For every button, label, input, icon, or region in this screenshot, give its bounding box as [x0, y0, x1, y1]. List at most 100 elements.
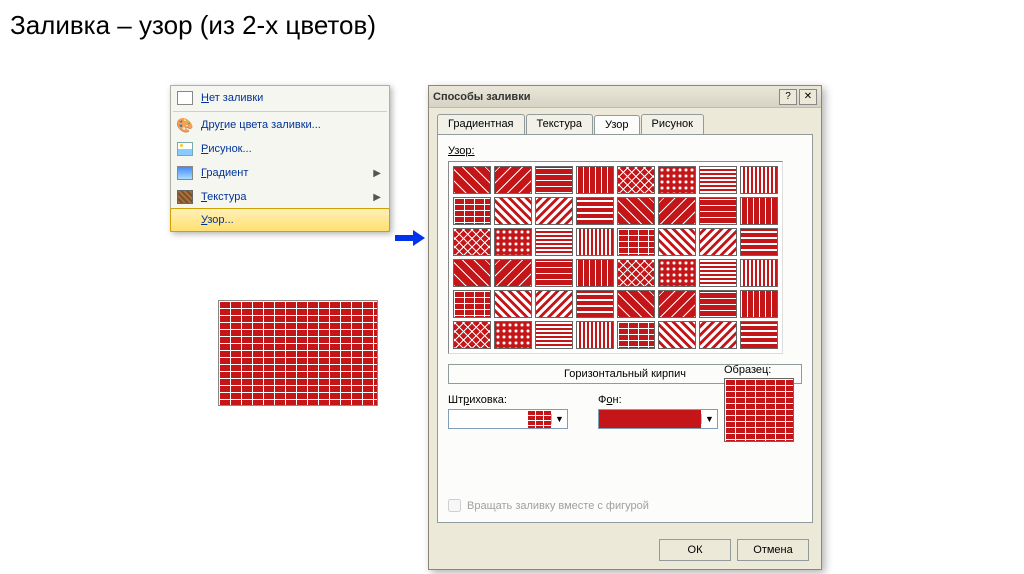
pattern-swatch[interactable]	[576, 197, 614, 225]
menu-label: Другие цвета заливки...	[201, 119, 385, 131]
pattern-swatch[interactable]	[535, 166, 573, 194]
pattern-swatch[interactable]	[699, 259, 737, 287]
pattern-swatch[interactable]	[453, 197, 491, 225]
pattern-swatch[interactable]	[453, 228, 491, 256]
pattern-swatch[interactable]	[658, 321, 696, 349]
dialog-page-pattern: Узор: Горизонтальный кирпич Штриховка: ▼…	[437, 134, 813, 523]
pattern-swatch[interactable]	[658, 228, 696, 256]
pattern-swatch[interactable]	[740, 290, 778, 318]
menu-item-picture[interactable]: Рисунок...	[171, 137, 389, 161]
pattern-swatch[interactable]	[494, 197, 532, 225]
cancel-button[interactable]: Отмена	[737, 539, 809, 561]
menu-label: Нет заливки	[201, 92, 385, 104]
pattern-swatch[interactable]	[494, 321, 532, 349]
slide-title: Заливка – узор (из 2-х цветов)	[10, 10, 376, 41]
palette-icon	[175, 115, 195, 135]
pattern-swatch[interactable]	[699, 166, 737, 194]
close-button[interactable]: ✕	[799, 89, 817, 105]
pattern-swatch[interactable]	[740, 166, 778, 194]
pattern-swatch[interactable]	[535, 228, 573, 256]
hatch-color-combo[interactable]: ▼	[448, 409, 568, 429]
pattern-swatch[interactable]	[740, 228, 778, 256]
pattern-swatch[interactable]	[535, 290, 573, 318]
menu-separator	[173, 111, 387, 112]
pattern-swatch[interactable]	[453, 259, 491, 287]
pattern-swatch[interactable]	[699, 321, 737, 349]
pattern-swatch[interactable]	[740, 321, 778, 349]
rotate-with-shape-row: Вращать заливку вместе с фигурой	[448, 499, 802, 512]
chevron-down-icon: ▼	[551, 414, 567, 424]
pattern-swatch[interactable]	[453, 321, 491, 349]
pattern-grid-label: Узор:	[448, 145, 802, 157]
pattern-swatch[interactable]	[658, 166, 696, 194]
pattern-swatch[interactable]	[494, 259, 532, 287]
menu-item-pattern[interactable]: Узор...	[170, 208, 390, 232]
gradient-icon	[175, 163, 195, 183]
pattern-swatch[interactable]	[658, 197, 696, 225]
help-button[interactable]: ?	[779, 89, 797, 105]
texture-icon	[175, 187, 195, 207]
pattern-swatch[interactable]	[535, 197, 573, 225]
sample-area: Образец:	[724, 364, 794, 442]
pattern-swatch[interactable]	[699, 228, 737, 256]
menu-item-gradient[interactable]: Градиент ▶	[171, 161, 389, 185]
pattern-swatch[interactable]	[576, 228, 614, 256]
rotate-label: Вращать заливку вместе с фигурой	[467, 500, 649, 512]
pattern-grid	[448, 161, 783, 354]
pattern-swatch[interactable]	[576, 166, 614, 194]
pattern-swatch[interactable]	[535, 321, 573, 349]
tab-pattern[interactable]: Узор	[594, 115, 640, 135]
hatch-color-group: Штриховка: ▼	[448, 394, 568, 429]
pattern-swatch[interactable]	[494, 228, 532, 256]
pattern-swatch[interactable]	[617, 228, 655, 256]
menu-label: Узор...	[201, 214, 385, 226]
dialog-titlebar[interactable]: Способы заливки ? ✕	[429, 86, 821, 108]
dialog-button-row: ОК Отмена	[429, 531, 821, 569]
tab-gradient[interactable]: Градиентная	[437, 114, 525, 134]
pattern-swatch[interactable]	[740, 197, 778, 225]
pattern-swatch[interactable]	[740, 259, 778, 287]
pattern-swatch[interactable]	[494, 290, 532, 318]
bg-label: Фон:	[598, 394, 718, 406]
pattern-swatch[interactable]	[617, 290, 655, 318]
menu-item-more-colors[interactable]: Другие цвета заливки...	[171, 113, 389, 137]
dialog-tabs: Градиентная Текстура Узор Рисунок	[429, 108, 821, 134]
menu-item-no-fill[interactable]: Нет заливки	[171, 86, 389, 110]
pattern-swatch[interactable]	[494, 166, 532, 194]
pattern-swatch[interactable]	[535, 259, 573, 287]
pattern-swatch[interactable]	[453, 166, 491, 194]
pattern-swatch[interactable]	[658, 290, 696, 318]
pattern-swatch[interactable]	[617, 321, 655, 349]
menu-label: Рисунок...	[201, 143, 385, 155]
pattern-swatch[interactable]	[576, 290, 614, 318]
dialog-title: Способы заливки	[433, 91, 777, 103]
arrow-right-icon	[395, 230, 425, 246]
pattern-swatch[interactable]	[699, 197, 737, 225]
pattern-swatch[interactable]	[617, 259, 655, 287]
menu-label: Градиент	[201, 167, 373, 179]
pattern-swatch[interactable]	[617, 166, 655, 194]
ok-button[interactable]: ОК	[659, 539, 731, 561]
pattern-swatch[interactable]	[699, 290, 737, 318]
pattern-swatch[interactable]	[658, 259, 696, 287]
menu-label: Текстура	[201, 191, 373, 203]
chevron-right-icon: ▶	[373, 168, 381, 179]
pattern-swatch[interactable]	[576, 321, 614, 349]
rotate-checkbox	[448, 499, 461, 512]
pattern-swatch[interactable]	[453, 290, 491, 318]
tab-texture[interactable]: Текстура	[526, 114, 593, 134]
hatch-label: Штриховка:	[448, 394, 568, 406]
picture-icon	[175, 139, 195, 159]
applied-fill-preview	[218, 300, 378, 406]
menu-item-texture[interactable]: Текстура ▶	[171, 185, 389, 209]
no-fill-icon	[175, 88, 195, 108]
chevron-right-icon: ▶	[373, 192, 381, 203]
tab-picture[interactable]: Рисунок	[641, 114, 705, 134]
sample-label: Образец:	[724, 364, 794, 376]
sample-preview	[724, 378, 794, 442]
bg-color-group: Фон: ▼	[598, 394, 718, 429]
pattern-swatch[interactable]	[617, 197, 655, 225]
chevron-down-icon: ▼	[701, 414, 717, 424]
pattern-swatch[interactable]	[576, 259, 614, 287]
bg-color-combo[interactable]: ▼	[598, 409, 718, 429]
